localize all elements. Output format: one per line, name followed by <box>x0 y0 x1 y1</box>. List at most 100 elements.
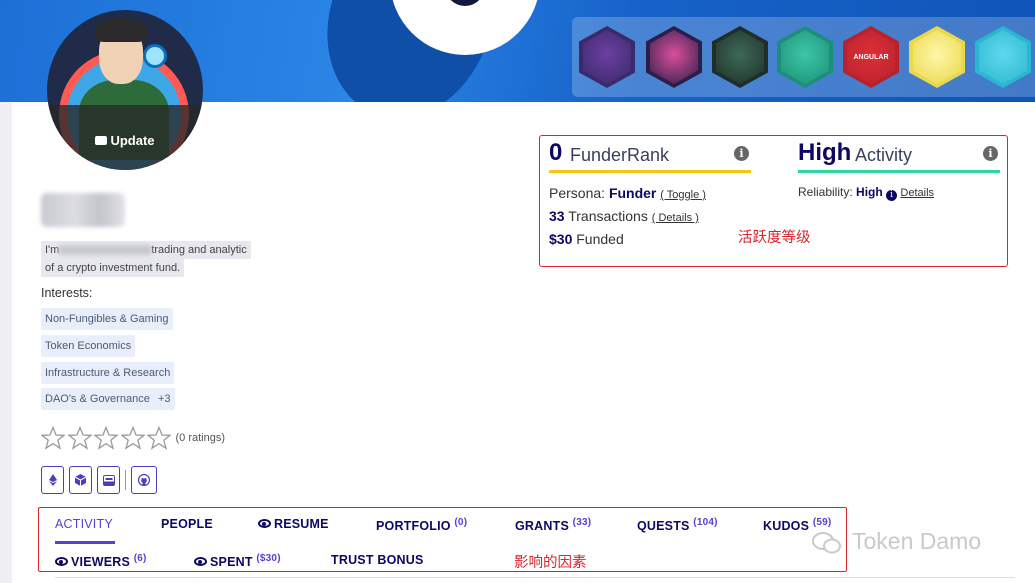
tab-quests-label: QUESTS <box>637 519 690 534</box>
star-icon <box>147 426 171 450</box>
ethereum-link-button[interactable] <box>41 466 64 494</box>
github-icon <box>138 474 150 486</box>
reliability-value: High <box>856 185 883 199</box>
tab-spent[interactable]: SPENT ($30) <box>194 553 281 569</box>
angular-icon: ANGULAR <box>847 30 895 84</box>
funded-label: Funded <box>576 231 624 247</box>
interest-tag: Token Economics <box>41 335 136 357</box>
avatar-hair <box>95 18 147 42</box>
persona-line: Persona: Funder ( Toggle ) <box>549 185 706 201</box>
ethereum-icon <box>48 474 57 486</box>
interest-tag: Infrastructure & Research <box>41 362 175 384</box>
tab-resume[interactable]: RESUME <box>258 517 329 531</box>
reliability-details-link[interactable]: Details <box>900 187 934 199</box>
tab-grants[interactable]: GRANTS (33) <box>515 517 591 533</box>
blockchain-link-button[interactable] <box>69 466 92 494</box>
star-icon <box>41 426 65 450</box>
star-icon <box>94 426 118 450</box>
tabs-bottom-rule <box>55 577 1015 578</box>
info-icon[interactable]: i <box>983 146 998 161</box>
funded-value: $30 <box>549 231 573 247</box>
tab-quests-count: (104) <box>693 517 718 528</box>
tab-viewers-count: (6) <box>133 553 147 564</box>
tab-spent-count: ($30) <box>256 553 281 564</box>
bio-suffix: trading and analytic <box>151 244 247 256</box>
interest-tag: DAO's & Governance <box>41 388 154 410</box>
inbox-link-button[interactable] <box>97 466 120 494</box>
profile-bio: I'm trading and analytic of a crypto inve… <box>41 241 253 277</box>
update-label: Update <box>110 133 155 148</box>
transactions-value: 33 <box>549 208 565 224</box>
bio-line-1: I'm trading and analytic <box>41 241 251 259</box>
left-gutter <box>0 102 12 583</box>
activity-label: Activity <box>855 145 913 165</box>
funder-rank-header: 0 FunderRank <box>549 139 751 173</box>
avatar[interactable]: Update <box>47 10 203 170</box>
persona-toggle-link[interactable]: ( Toggle ) <box>660 189 706 201</box>
activity-level-annotation: 活跃度等级 <box>738 230 811 246</box>
reliability-info-icon[interactable]: i <box>886 190 898 201</box>
transactions-line: 33 Transactions ( Details ) <box>549 208 699 224</box>
star-icon <box>120 426 145 450</box>
boat-icon <box>781 30 829 84</box>
persona-value: Funder <box>608 185 657 201</box>
bio-line-2: of a crypto investment fund. <box>41 259 185 277</box>
tab-grants-label: GRANTS <box>515 519 569 534</box>
funder-rank-value: 0 <box>549 139 563 166</box>
active-tab-indicator <box>55 541 115 544</box>
tab-kudos[interactable]: KUDOS (59) <box>763 517 831 533</box>
activity-header: High Activity <box>798 139 1000 173</box>
bio-prefix: I'm <box>45 244 60 256</box>
rating-stars: (0 ratings) <box>41 426 225 450</box>
reliability-label: Reliability: <box>798 185 853 199</box>
transactions-details-link[interactable]: ( Details ) <box>652 212 699 224</box>
reliability-line: Reliability: High i Details <box>798 185 934 201</box>
tab-viewers[interactable]: VIEWERS (6) <box>55 553 147 569</box>
tab-kudos-count: (59) <box>812 517 832 528</box>
tab-grants-count: (33) <box>572 517 592 528</box>
github-link-button[interactable] <box>131 466 157 494</box>
star-icon <box>67 426 92 450</box>
update-avatar-button[interactable]: Update <box>47 105 203 170</box>
tab-spent-label: SPENT <box>210 555 253 570</box>
rating-count: (0 ratings) <box>175 432 226 444</box>
robot-icon <box>913 30 961 84</box>
tab-trust-bonus[interactable]: TRUST BONUS <box>331 553 423 567</box>
tab-activity[interactable]: ACTIVITY <box>55 517 113 531</box>
triangle-icon <box>716 30 764 84</box>
tab-people[interactable]: PEOPLE <box>161 517 213 531</box>
mountain-icon <box>650 30 698 84</box>
persona-label: Persona: <box>549 185 606 201</box>
watermark-text: Token Damo <box>852 528 982 554</box>
bio-redacted <box>59 245 152 256</box>
info-icon[interactable]: i <box>734 146 749 161</box>
social-divider <box>125 470 126 490</box>
factors-annotation: 影响的因素 <box>514 555 587 571</box>
diamond-icon <box>979 30 1027 84</box>
transactions-label: Transactions <box>568 208 648 224</box>
interest-tag: Non-Fungibles & Gaming <box>41 308 173 330</box>
interests-label: Interests: <box>41 286 93 300</box>
magnifier-icon <box>143 44 167 68</box>
cube-icon <box>75 474 86 486</box>
interests-more-tag[interactable]: +3 <box>154 388 175 410</box>
tab-resume-label: RESUME <box>274 517 329 531</box>
tab-viewers-label: VIEWERS <box>71 555 131 570</box>
tab-kudos-label: KUDOS <box>763 519 810 534</box>
funded-line: $30 Funded <box>549 231 624 247</box>
funder-rank-label: FunderRank <box>570 145 670 165</box>
atom-icon <box>583 30 631 84</box>
tab-quests[interactable]: QUESTS (104) <box>637 517 718 533</box>
eye-icon <box>258 519 271 528</box>
camera-icon <box>95 136 108 145</box>
profile-name-redacted <box>41 193 125 227</box>
tab-portfolio[interactable]: PORTFOLIO (0) <box>376 517 467 533</box>
inbox-icon <box>102 474 115 486</box>
social-links <box>41 466 162 494</box>
tab-portfolio-count: (0) <box>454 517 468 528</box>
eye-icon <box>55 557 68 567</box>
activity-value: High <box>798 139 852 166</box>
tab-portfolio-label: PORTFOLIO <box>376 519 451 534</box>
wechat-icon <box>812 532 841 554</box>
eye-icon <box>194 557 207 567</box>
